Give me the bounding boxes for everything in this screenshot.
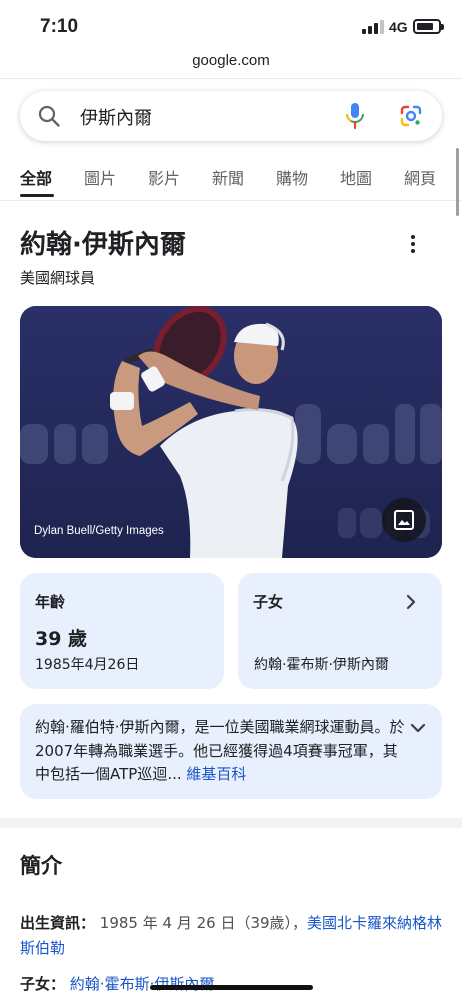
status-time: 7:10	[40, 16, 79, 37]
birth-info: 出生資訊： 1985 年 4 月 26 日（39歲），美國北卡羅來納格林斯伯勒	[20, 911, 445, 961]
image-icon	[394, 510, 414, 530]
birth-text: 1985 年 4 月 26 日（39歲）	[99, 914, 293, 932]
entity-subtitle: 美國網球員	[20, 269, 96, 287]
search-icon	[38, 105, 60, 127]
image-credit: Dylan Buell/Getty Images	[34, 525, 164, 537]
tab-news[interactable]: 新聞	[212, 165, 244, 189]
active-tab-indicator	[20, 194, 54, 197]
battery-icon	[413, 19, 444, 34]
birth-separator: ，	[292, 914, 308, 932]
status-bar: 7:10 4G	[0, 0, 462, 50]
tennis-player-photo	[20, 306, 442, 558]
tab-all[interactable]: 全部	[20, 165, 52, 189]
description-text: 約翰·羅伯特·伊斯內爾，是一位美國職業網球運動員。於2007年轉為職業選手。他已…	[35, 716, 405, 787]
children-name: 約翰·霍布斯·伊斯內爾	[254, 657, 389, 673]
age-card[interactable]: 年齡 39 歲 1985年4月26日	[20, 573, 224, 689]
address-bar[interactable]: google.com	[0, 52, 462, 69]
tab-videos[interactable]: 影片	[148, 165, 180, 189]
search-box[interactable]: 伊斯內爾	[20, 91, 442, 141]
entity-photo[interactable]: Dylan Buell/Getty Images	[20, 306, 442, 558]
description-ellipsis: ...	[167, 765, 182, 783]
tab-maps[interactable]: 地圖	[340, 165, 372, 189]
children-card[interactable]: 子女 約翰·霍布斯·伊斯內爾	[238, 573, 442, 689]
children-label: 子女	[253, 593, 284, 611]
url-divider	[0, 78, 462, 79]
tab-shopping[interactable]: 購物	[276, 165, 308, 189]
birth-label: 出生資訊：	[20, 914, 96, 932]
children-info: 子女： 約翰·霍布斯·伊斯內爾	[20, 973, 214, 994]
chevron-down-icon[interactable]	[409, 721, 427, 735]
search-input[interactable]: 伊斯內爾	[80, 104, 152, 130]
chevron-right-icon	[406, 594, 416, 610]
home-indicator[interactable]	[150, 985, 313, 990]
description-card[interactable]: 約翰·羅伯特·伊斯內爾，是一位美國職業網球運動員。於2007年轉為職業選手。他已…	[20, 704, 442, 799]
about-title: 簡介	[20, 854, 62, 878]
view-images-button[interactable]	[382, 498, 426, 542]
microphone-icon[interactable]	[344, 102, 366, 130]
google-lens-icon[interactable]	[399, 104, 423, 128]
network-type: 4G	[389, 19, 408, 35]
scrollbar[interactable]	[456, 148, 459, 216]
children-info-label: 子女：	[20, 975, 66, 993]
more-options-icon[interactable]	[403, 232, 423, 256]
tabs-divider	[0, 200, 462, 201]
birth-date: 1985年4月26日	[35, 657, 140, 673]
cellular-signal-icon	[362, 20, 384, 34]
section-divider	[0, 818, 462, 828]
age-value: 39 歲	[35, 628, 88, 650]
age-label: 年齡	[35, 593, 66, 611]
search-tabs: 全部 圖片 影片 新聞 購物 地圖 網頁	[0, 165, 462, 199]
entity-title: 約翰·伊斯內爾	[20, 230, 186, 260]
tab-web[interactable]: 網頁	[404, 165, 436, 189]
wikipedia-link[interactable]: 維基百科	[186, 765, 246, 783]
children-link[interactable]: 約翰·霍布斯·伊斯內爾	[70, 975, 215, 993]
tab-images[interactable]: 圖片	[84, 165, 116, 189]
